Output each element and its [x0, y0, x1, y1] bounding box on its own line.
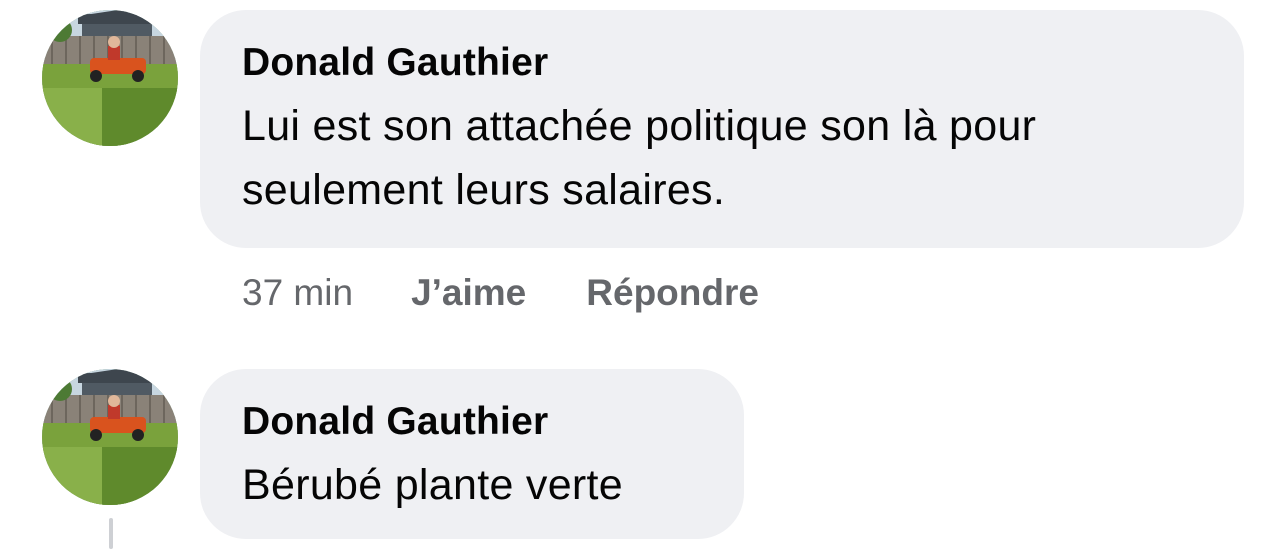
comment-text-line: Lui est son attachée politique son là po…	[242, 102, 1037, 150]
comment-bubble[interactable]: Donald Gauthier Bérubé plante verte	[200, 369, 744, 539]
comment-text: Lui est son attachée politique son là po…	[242, 94, 1244, 222]
comment-text: Bérubé plante verte	[242, 453, 744, 517]
reply-button[interactable]: Répondre	[586, 272, 759, 314]
profile-photo-icon	[42, 369, 178, 505]
profile-photo-icon	[42, 10, 178, 146]
comment-text-line: seulement leurs salaires.	[242, 166, 726, 214]
avatar[interactable]	[42, 10, 178, 146]
comment-bubble[interactable]: Donald Gauthier Lui est son attachée pol…	[200, 10, 1244, 248]
reply-thread-line	[109, 518, 113, 549]
comment-meta: 37 min J’aime Répondre	[242, 272, 759, 314]
avatar[interactable]	[42, 369, 178, 505]
comment-timestamp[interactable]: 37 min	[242, 272, 353, 314]
comment-author[interactable]: Donald Gauthier	[242, 40, 1244, 86]
comment-author[interactable]: Donald Gauthier	[242, 399, 744, 445]
like-button[interactable]: J’aime	[411, 272, 526, 314]
comment-text-line: Bérubé plante verte	[242, 461, 624, 509]
